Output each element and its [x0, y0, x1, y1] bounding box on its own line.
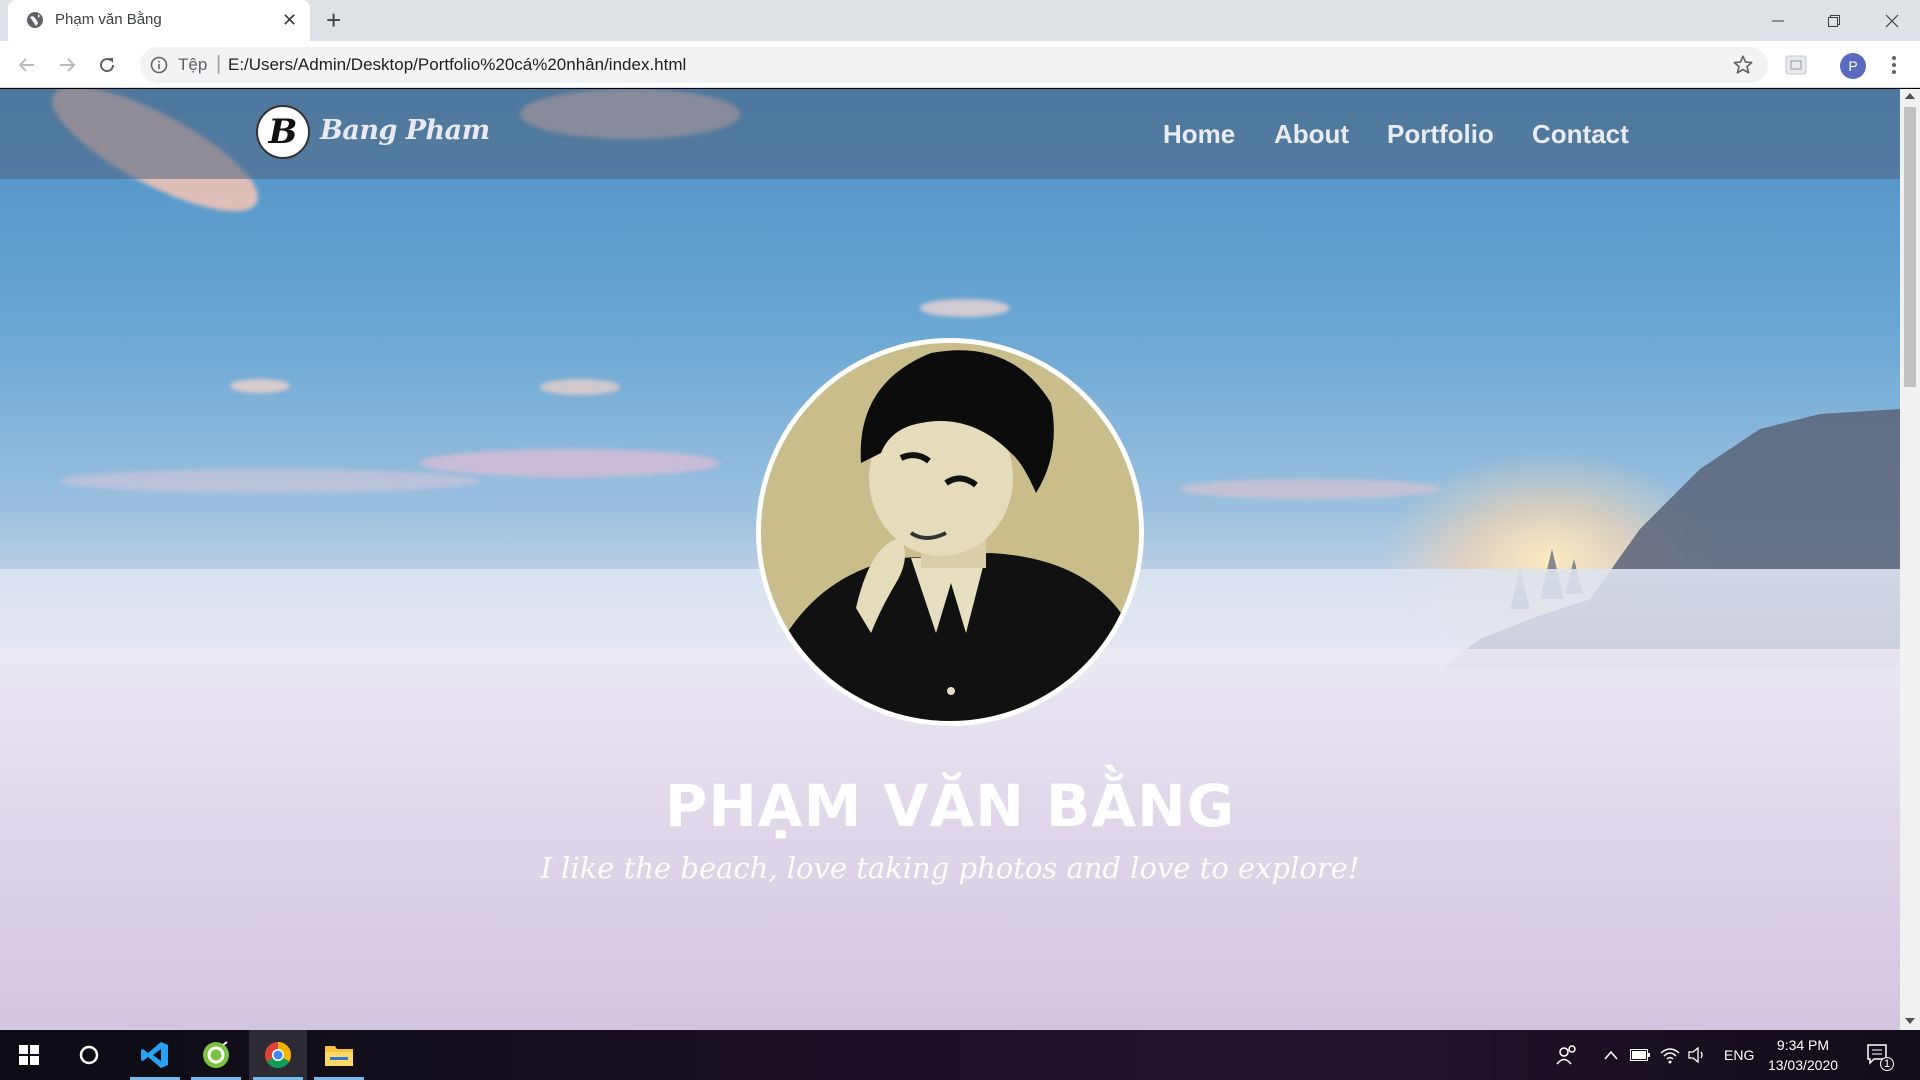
chrome-icon[interactable] — [249, 1030, 307, 1080]
info-icon[interactable] — [150, 56, 168, 74]
site-header: B Bang Pham Home About Portfolio Contact — [0, 89, 1900, 179]
url-scheme-chip: Tệp — [178, 55, 208, 74]
start-icon[interactable] — [0, 1030, 58, 1080]
nav-portfolio[interactable]: Portfolio — [1387, 119, 1494, 150]
language-indicator[interactable]: ENG — [1724, 1030, 1754, 1080]
cortana-icon[interactable] — [60, 1030, 118, 1080]
more-menu-icon[interactable] — [1884, 53, 1904, 77]
taskbar: ENG 9:34 PM 13/03/2020 1 — [0, 1030, 1920, 1080]
hero-name: PHẠM VĂN BẰNG — [664, 772, 1236, 840]
tab-title: Phạm văn Bằng — [55, 11, 162, 28]
hero-tagline: I like the beach, love taking photos and… — [540, 851, 1360, 885]
battery-icon[interactable] — [1630, 1030, 1650, 1080]
scroll-thumb[interactable] — [1904, 107, 1916, 387]
restore-icon[interactable] — [1806, 0, 1862, 41]
file-explorer-icon[interactable] — [310, 1030, 368, 1080]
people-icon[interactable] — [1556, 1030, 1578, 1080]
cloud — [60, 469, 480, 493]
cloud — [920, 299, 1010, 317]
hero-section: B Bang Pham Home About Portfolio Contact — [0, 89, 1900, 1030]
new-tab-icon[interactable]: + — [326, 7, 341, 33]
cloud — [1180, 479, 1440, 499]
browser-toolbar: Tệp | E:/Users/Admin/Desktop/Portfolio%2… — [0, 41, 1920, 88]
scroll-down-arrow-icon[interactable] — [1905, 1018, 1915, 1024]
page-viewport: B Bang Pham Home About Portfolio Contact — [0, 89, 1920, 1030]
bookmark-star-icon[interactable] — [1732, 54, 1754, 76]
back-icon[interactable] — [12, 50, 42, 80]
profile-avatar[interactable]: P — [1840, 53, 1866, 79]
tab-strip: Phạm văn Bằng ✕ + — [0, 0, 1920, 41]
forward-icon[interactable] — [52, 50, 82, 80]
clock-time: 9:34 PM — [1776, 1037, 1830, 1053]
nav-home[interactable]: Home — [1163, 119, 1235, 150]
volume-icon[interactable] — [1688, 1030, 1708, 1080]
cloud — [540, 379, 620, 395]
nav-contact[interactable]: Contact — [1532, 119, 1629, 150]
tab-close-icon[interactable]: ✕ — [282, 10, 297, 30]
globe-icon — [27, 12, 43, 28]
clock-date: 13/03/2020 — [1767, 1057, 1839, 1073]
wifi-icon[interactable] — [1660, 1030, 1680, 1080]
reload-icon[interactable] — [92, 50, 122, 80]
greenshot-icon[interactable] — [187, 1030, 245, 1080]
address-bar[interactable]: Tệp | E:/Users/Admin/Desktop/Portfolio%2… — [140, 47, 1768, 83]
cloud — [420, 449, 720, 477]
vertical-scrollbar[interactable] — [1900, 89, 1920, 1030]
minimize-icon[interactable] — [1750, 0, 1806, 41]
action-center-icon[interactable]: 1 — [1866, 1030, 1894, 1080]
extension-icon[interactable] — [1785, 55, 1807, 75]
site-logo[interactable]: B — [256, 105, 310, 159]
close-window-icon[interactable] — [1864, 0, 1920, 41]
cloud — [230, 379, 290, 393]
chevron-up-icon[interactable] — [1604, 1030, 1618, 1080]
browser-tab[interactable]: Phạm văn Bằng ✕ — [8, 0, 310, 41]
nav-about[interactable]: About — [1274, 119, 1349, 150]
clock[interactable]: 9:34 PM 13/03/2020 — [1758, 1035, 1848, 1075]
url-separator: | — [216, 53, 222, 75]
site-logo-text[interactable]: Bang Pham — [320, 115, 490, 146]
scroll-up-arrow-icon[interactable] — [1905, 93, 1915, 99]
profile-photo — [756, 338, 1144, 726]
notification-count: 1 — [1880, 1057, 1894, 1071]
vscode-icon[interactable] — [126, 1030, 184, 1080]
url-text[interactable]: E:/Users/Admin/Desktop/Portfolio%20cá%20… — [228, 55, 686, 75]
